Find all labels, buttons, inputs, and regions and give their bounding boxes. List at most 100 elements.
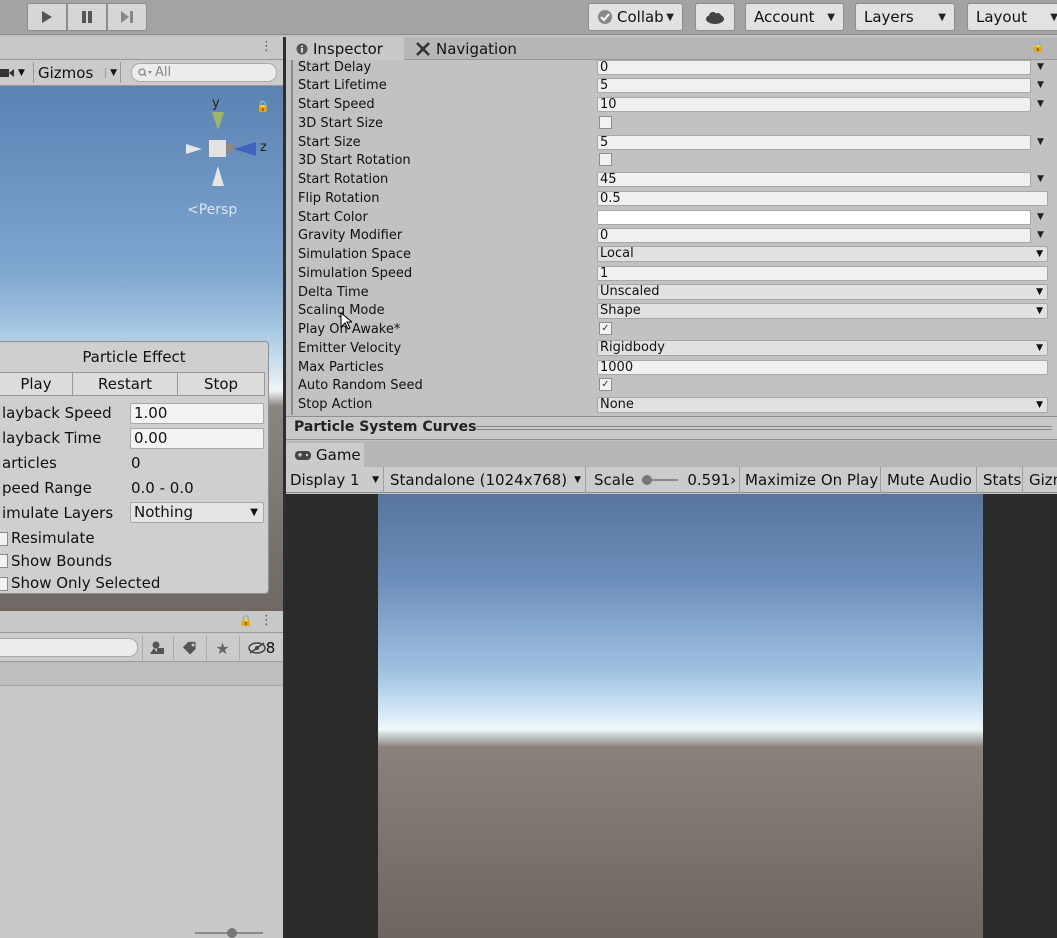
emitter-velocity-dropdown[interactable]: Rigidbody ▼ — [597, 340, 1048, 356]
scene-search-input[interactable]: All — [131, 63, 277, 82]
pe-restart-button[interactable]: Restart — [73, 373, 178, 395]
start-size-label: Start Size — [298, 135, 361, 150]
show-only-selected-checkbox[interactable] — [0, 577, 8, 591]
simulation-space-dropdown[interactable]: Local ▼ — [597, 246, 1048, 262]
maximize-label: Maximize On Play — [745, 471, 879, 489]
collab-dropdown[interactable]: Collab ▼ — [588, 3, 683, 31]
persp-text: Persp — [198, 202, 238, 218]
step-button[interactable] — [107, 3, 147, 31]
play-button[interactable] — [27, 3, 67, 31]
filter-type-button[interactable] — [142, 636, 172, 660]
tab-inspector[interactable]: Inspector — [286, 37, 404, 60]
game-toolbar: Display 1 ▼ Standalone (1024x768) ▼ Scal… — [286, 467, 1057, 493]
resolution-dropdown[interactable]: Standalone (1024x768) ▼ — [386, 467, 586, 493]
delta-time-dropdown[interactable]: Unscaled ▼ — [597, 284, 1048, 300]
mode-dropdown-icon[interactable]: ▼ — [1037, 99, 1044, 109]
favorite-button[interactable]: ★ — [206, 636, 238, 660]
playback-speed-field[interactable]: 1.00 — [130, 403, 264, 424]
mode-dropdown-icon[interactable]: ▼ — [1037, 62, 1044, 72]
start-size-field[interactable]: 5 — [597, 135, 1031, 150]
delta-time-label: Delta Time — [298, 285, 369, 300]
filter-label-button[interactable] — [173, 636, 205, 660]
resimulate-checkbox[interactable] — [0, 532, 8, 546]
start-rotation-field[interactable]: 45 — [597, 172, 1031, 187]
mode-dropdown-icon[interactable]: ▼ — [1037, 230, 1044, 240]
lock-icon[interactable]: 🔒 — [256, 100, 270, 113]
particle-effect-controls: Play Restart Stop — [0, 372, 265, 396]
check-circle-icon — [598, 10, 612, 24]
stop-action-dropdown[interactable]: None ▼ — [597, 397, 1048, 413]
main-toolbar: Collab ▼ Account ▼ Layers ▼ Layout ▼ — [0, 0, 1057, 35]
scale-slider-thumb[interactable] — [642, 475, 653, 485]
scale-slider[interactable] — [642, 475, 679, 485]
simulate-layers-value: Nothing — [134, 503, 193, 521]
mode-dropdown-icon[interactable]: ▼ — [1037, 80, 1044, 90]
playback-time-field[interactable]: 0.00 — [130, 428, 264, 449]
game-gizmos-toggle[interactable]: Gizm — [1025, 467, 1057, 493]
tab-navigation[interactable]: Navigation — [406, 37, 536, 60]
chevron-down-icon: ▼ — [1036, 306, 1043, 316]
pe-play-button[interactable]: Play — [0, 373, 73, 395]
camera-dropdown[interactable]: ▼ — [0, 62, 30, 83]
layout-label: Layout — [976, 8, 1027, 26]
scale-control: Scale 0.591› — [588, 467, 740, 493]
flip-rotation-field[interactable]: 0.5 — [597, 191, 1048, 206]
start-speed-field[interactable]: 10 — [597, 97, 1031, 112]
stop-action-label: Stop Action — [298, 397, 373, 412]
display-dropdown[interactable]: Display 1 ▼ — [286, 467, 384, 493]
scale-label: Scale — [594, 471, 635, 489]
stats-toggle[interactable]: Stats — [979, 467, 1023, 493]
simulation-space-value: Local — [600, 246, 634, 261]
pe-stop-button[interactable]: Stop — [178, 373, 264, 395]
curves-title: Particle System Curves — [294, 419, 477, 435]
particle-system-curves-header[interactable]: Particle System Curves — [286, 416, 1057, 440]
lock-icon[interactable]: 🔒 — [239, 614, 253, 627]
mode-dropdown-icon[interactable]: ▼ — [1037, 137, 1044, 147]
scaling-mode-dropdown[interactable]: Shape ▼ — [597, 303, 1048, 319]
shapes-icon — [149, 641, 164, 654]
gamepad-icon — [295, 451, 311, 460]
mode-dropdown-icon[interactable]: ▼ — [1037, 174, 1044, 184]
hierarchy-list-row[interactable] — [0, 662, 283, 686]
simulation-speed-field[interactable]: 1 — [597, 266, 1048, 281]
account-dropdown[interactable]: Account ▼ — [745, 3, 844, 31]
start-delay-label: Start Delay — [298, 60, 372, 75]
3d-start-size-checkbox[interactable] — [599, 116, 612, 129]
resize-grip[interactable] — [476, 426, 1052, 430]
simulate-layers-dropdown[interactable]: Nothing ▼ — [130, 502, 264, 523]
max-particles-field[interactable]: 1000 — [597, 360, 1048, 375]
hierarchy-search-input[interactable] — [0, 638, 138, 657]
pause-button[interactable] — [67, 3, 107, 31]
start-lifetime-label: Start Lifetime — [298, 78, 387, 93]
tab-game[interactable]: Game — [286, 443, 364, 467]
game-render-canvas[interactable] — [378, 494, 983, 938]
flip-rotation-label: Flip Rotation — [298, 191, 380, 206]
more-options-icon[interactable]: ⋮ — [260, 39, 273, 54]
layout-dropdown[interactable]: Layout ▼ — [967, 3, 1057, 31]
camera-icon — [0, 68, 14, 77]
particles-value: 0 — [131, 454, 141, 472]
mute-label: Mute Audio — [887, 471, 972, 489]
mute-audio-toggle[interactable]: Mute Audio — [883, 467, 977, 493]
layers-dropdown[interactable]: Layers ▼ — [855, 3, 955, 31]
maximize-on-play-toggle[interactable]: Maximize On Play — [741, 467, 881, 493]
cloud-button[interactable] — [695, 3, 735, 31]
more-options-icon[interactable]: ⋮ — [260, 613, 273, 628]
start-color-swatch[interactable] — [597, 210, 1031, 225]
gizmos-dropdown[interactable]: Gizmos ▼ — [33, 62, 121, 83]
tab-inspector-label: Inspector — [313, 39, 383, 58]
start-lifetime-field[interactable]: 5 — [597, 78, 1031, 93]
particle-effect-title: Particle Effect — [82, 347, 186, 366]
delta-time-value: Unscaled — [600, 284, 660, 299]
gravity-modifier-field[interactable]: 0 — [597, 228, 1031, 243]
zoom-slider-thumb[interactable] — [227, 928, 237, 938]
3d-start-rotation-checkbox[interactable] — [599, 153, 612, 166]
persp-label[interactable]: <Persp — [187, 202, 237, 218]
lock-icon[interactable]: 🔒 — [1031, 40, 1045, 53]
start-delay-field[interactable]: 0 — [597, 60, 1031, 75]
play-on-awake-checkbox[interactable]: ✓ — [599, 322, 612, 335]
hidden-objects-button[interactable]: 8 — [239, 636, 283, 660]
show-bounds-checkbox[interactable] — [0, 554, 8, 568]
auto-random-seed-checkbox[interactable]: ✓ — [599, 378, 612, 391]
mode-dropdown-icon[interactable]: ▼ — [1037, 212, 1044, 222]
